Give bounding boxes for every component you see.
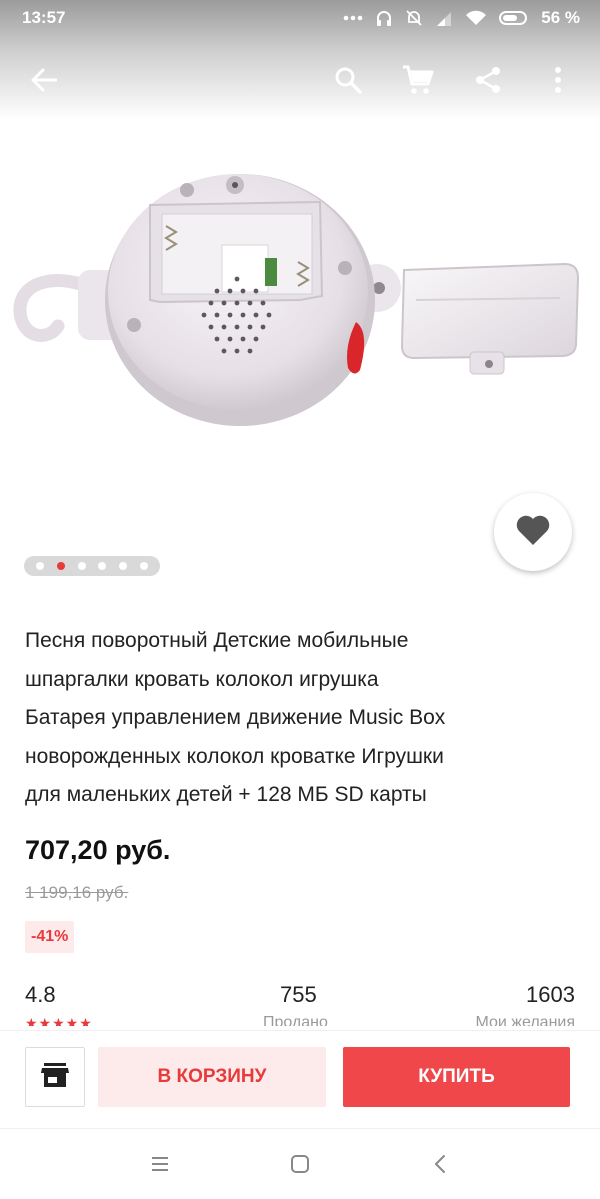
wishlist-label: Мои желания <box>475 1014 575 1026</box>
product-stats: 4.8 ★★★★★ 755 Продано 1603 Мои желания <box>25 982 575 1026</box>
add-to-cart-button[interactable]: В КОРЗИНУ <box>98 1047 326 1107</box>
rating-value: 4.8 <box>25 982 56 1007</box>
discount-badge: -41% <box>25 921 75 953</box>
pager-dot[interactable] <box>98 562 107 570</box>
status-bar: 13:57 56 % <box>0 0 600 36</box>
cart-icon[interactable] <box>400 62 436 98</box>
sold-label: Продано <box>263 1014 328 1026</box>
dots-icon <box>343 15 363 21</box>
gallery-pager <box>24 556 160 576</box>
search-icon[interactable] <box>330 62 366 98</box>
headphones-icon <box>375 9 393 27</box>
battery-icon <box>499 11 529 25</box>
back-arrow-icon[interactable] <box>26 62 62 98</box>
store-icon <box>41 1062 69 1093</box>
favorite-button[interactable] <box>494 493 572 571</box>
rating-stars: ★★★★★ <box>25 1015 93 1026</box>
menu-icon[interactable] <box>140 1144 180 1184</box>
product-toolbar <box>0 50 600 110</box>
store-button[interactable] <box>25 1047 85 1107</box>
title-line: для маленьких детей + 128 МБ SD карты <box>25 783 427 806</box>
status-icons: 56 % <box>343 8 580 28</box>
system-nav-bar <box>0 1128 600 1199</box>
product-title: Песня поворотный Детские мобильные шпарг… <box>25 622 575 815</box>
current-price: 707,20 руб. <box>25 835 171 865</box>
buy-now-button[interactable]: КУПИТЬ <box>343 1047 570 1107</box>
title-line: Песня поворотный Детские мобильные <box>25 629 409 652</box>
pager-dot[interactable] <box>77 562 86 570</box>
status-time: 13:57 <box>22 8 66 27</box>
signal-icon <box>435 10 453 26</box>
toolbar-actions <box>330 62 576 98</box>
pager-dot-active[interactable] <box>56 562 65 570</box>
home-icon[interactable] <box>280 1144 320 1184</box>
sold-value: 755 <box>280 982 317 1007</box>
pager-dot[interactable] <box>118 562 127 570</box>
back-icon[interactable] <box>420 1144 460 1184</box>
title-line: новорожденных колокол кроватке Игрушки <box>25 744 444 768</box>
wishlist-value: 1603 <box>526 982 575 1007</box>
heart-icon <box>515 514 551 551</box>
battery-percent: 56 % <box>541 8 580 27</box>
share-icon[interactable] <box>470 62 506 98</box>
pager-dot[interactable] <box>36 562 45 570</box>
title-line: шпаргалки кровать колокол игрушка <box>25 667 379 691</box>
more-icon[interactable] <box>540 62 576 98</box>
title-line: Батарея управлением движение Music Box <box>25 706 446 729</box>
pager-dot[interactable] <box>139 562 148 570</box>
purchase-action-bar: В КОРЗИНУ КУПИТЬ <box>0 1030 600 1128</box>
old-price: 1 199,16 руб. <box>25 883 129 902</box>
mute-icon <box>405 9 423 27</box>
wifi-icon <box>465 10 487 26</box>
